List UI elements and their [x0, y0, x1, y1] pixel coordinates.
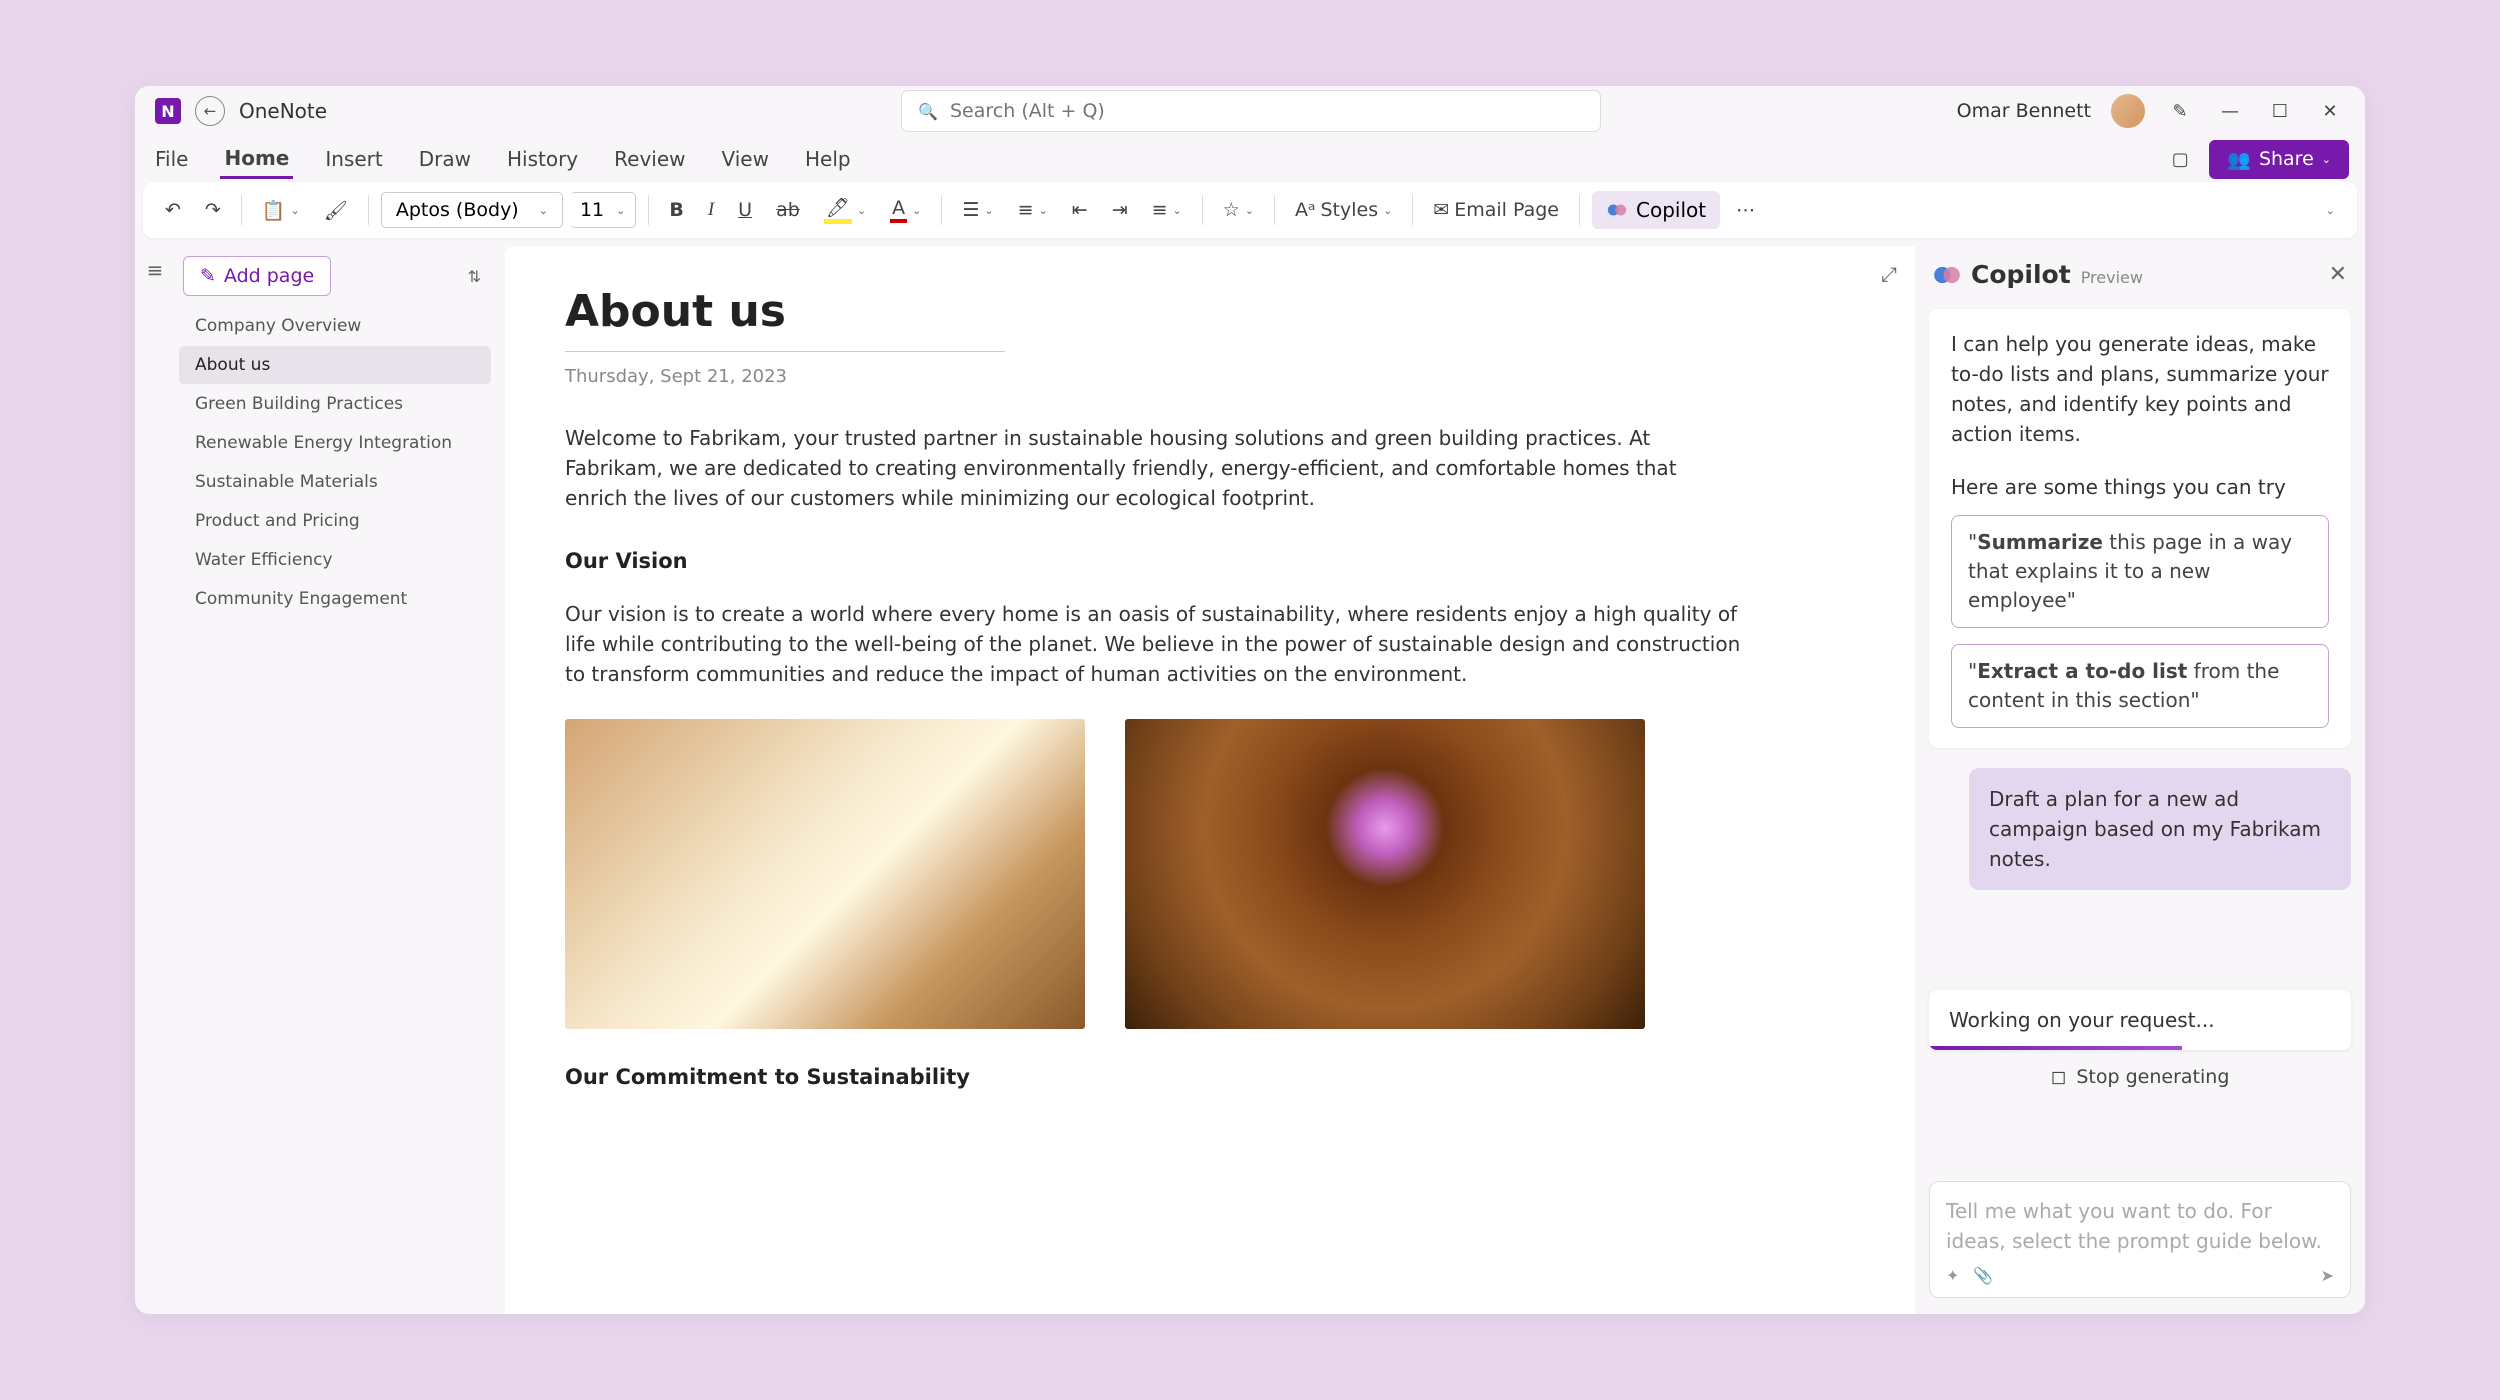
- share-button[interactable]: 👥 Share ⌄: [2209, 140, 2349, 179]
- ribbon-collapse-button[interactable]: ⌄: [2318, 198, 2343, 223]
- align-button[interactable]: ≡⌄: [1144, 193, 1190, 227]
- attach-icon[interactable]: 📎: [1973, 1266, 1993, 1285]
- titlebar: N ← OneNote 🔍 Omar Bennett ✎ — ☐ ✕: [135, 86, 2365, 136]
- ribbon-toolbar: ↶ ↷ 📋⌄ 🖌 Aptos (Body)⌄ 11⌄ B I U ab 🖊⌄ A…: [143, 182, 2357, 238]
- pen-icon[interactable]: ✎: [2165, 96, 2195, 126]
- tag-button[interactable]: ☆⌄: [1215, 193, 1262, 227]
- mail-icon: ✉: [1433, 199, 1449, 221]
- menu-tab-review[interactable]: Review: [610, 141, 689, 177]
- menu-tab-view[interactable]: View: [718, 141, 773, 177]
- page-date: Thursday, Sept 21, 2023: [565, 366, 1855, 387]
- styles-button[interactable]: Aᵃ Styles⌄: [1287, 193, 1400, 227]
- share-label: Share: [2259, 148, 2314, 170]
- italic-button[interactable]: I: [700, 193, 722, 227]
- send-icon[interactable]: ➤: [2321, 1266, 2334, 1285]
- menu-tab-draw[interactable]: Draw: [415, 141, 475, 177]
- copilot-user-message: Draft a plan for a new ad campaign based…: [1969, 768, 2351, 890]
- undo-button[interactable]: ↶: [157, 193, 189, 227]
- reading-view-icon[interactable]: ▢: [2165, 144, 2195, 174]
- format-painter-button[interactable]: 🖌: [316, 193, 356, 228]
- user-name-label: Omar Bennett: [1957, 100, 2091, 122]
- underline-button[interactable]: U: [730, 193, 760, 227]
- paragraph[interactable]: Welcome to Fabrikam, your trusted partne…: [565, 423, 1745, 513]
- copilot-intro-text: I can help you generate ideas, make to-d…: [1951, 329, 2329, 449]
- copilot-logo-icon: [1933, 261, 1961, 289]
- close-button[interactable]: ✕: [2315, 96, 2345, 126]
- email-page-button[interactable]: ✉ Email Page: [1425, 193, 1567, 227]
- stop-icon: ◻: [2051, 1066, 2067, 1088]
- expand-page-button[interactable]: ⤢: [1881, 262, 1897, 286]
- styles-icon: Aᵃ: [1295, 199, 1315, 221]
- page-item[interactable]: Water Efficiency: [179, 541, 491, 579]
- document-panel: 🔍 ⤢ About us Thursday, Sept 21, 2023 Wel…: [505, 246, 1915, 1314]
- maximize-button[interactable]: ☐: [2265, 96, 2295, 126]
- redo-button[interactable]: ↷: [197, 193, 229, 227]
- copilot-panel: Copilot Preview ✕ I can help you generat…: [1915, 246, 2365, 1314]
- share-icon: 👥: [2227, 148, 2251, 171]
- stop-generating-button[interactable]: ◻ Stop generating: [1929, 1066, 2351, 1088]
- page-item[interactable]: Sustainable Materials: [179, 463, 491, 501]
- font-color-button[interactable]: A⌄: [882, 191, 929, 229]
- numbered-list-button[interactable]: ≡⌄: [1010, 193, 1056, 227]
- sparkle-icon[interactable]: ✦: [1946, 1266, 1959, 1285]
- minimize-button[interactable]: —: [2215, 96, 2245, 126]
- bullet-list-button[interactable]: ☰⌄: [954, 193, 1001, 227]
- page-item[interactable]: Renewable Energy Integration: [179, 424, 491, 462]
- bold-button[interactable]: B: [661, 193, 691, 227]
- copilot-suggestion-summarize[interactable]: "Summarize this page in a way that expla…: [1951, 515, 2329, 628]
- global-search-input[interactable]: [950, 100, 1584, 122]
- nav-toggle-button[interactable]: ≡: [135, 246, 175, 1314]
- copilot-suggestion-extract[interactable]: "Extract a to-do list from the content i…: [1951, 644, 2329, 728]
- sort-pages-button[interactable]: ⇅: [462, 261, 487, 292]
- heading[interactable]: Our Commitment to Sustainability: [565, 1065, 1855, 1089]
- menu-tab-help[interactable]: Help: [801, 141, 855, 177]
- menu-tab-insert[interactable]: Insert: [321, 141, 386, 177]
- menu-bar: FileHomeInsertDrawHistoryReviewViewHelp …: [135, 136, 2365, 182]
- copilot-preview-badge: Preview: [2081, 268, 2143, 287]
- content-image-1[interactable]: [565, 719, 1085, 1029]
- copilot-suggest-heading: Here are some things you can try: [1951, 475, 2329, 499]
- page-list-panel: ✎ Add page ⇅ Company OverviewAbout usGre…: [175, 246, 495, 1314]
- menu-tab-history[interactable]: History: [503, 141, 582, 177]
- page-item[interactable]: Company Overview: [179, 307, 491, 345]
- add-page-button[interactable]: ✎ Add page: [183, 256, 331, 296]
- paste-button[interactable]: 📋⌄: [254, 193, 308, 228]
- page-item[interactable]: Green Building Practices: [179, 385, 491, 423]
- copilot-close-button[interactable]: ✕: [2329, 262, 2347, 287]
- progress-bar: [1929, 1046, 2182, 1050]
- indent-button[interactable]: ⇥: [1104, 193, 1136, 227]
- search-icon: 🔍: [918, 102, 938, 121]
- back-button[interactable]: ←: [195, 96, 225, 126]
- font-family-select[interactable]: Aptos (Body)⌄: [381, 192, 563, 228]
- copilot-working-status: Working on your request...: [1929, 990, 2351, 1050]
- outdent-button[interactable]: ⇤: [1064, 193, 1096, 227]
- copilot-icon: [1606, 199, 1628, 221]
- app-name: OneNote: [239, 99, 327, 123]
- copilot-input-box[interactable]: Tell me what you want to do. For ideas, …: [1929, 1181, 2351, 1298]
- copilot-ribbon-button[interactable]: Copilot: [1592, 191, 1720, 229]
- user-avatar[interactable]: [2111, 94, 2145, 128]
- app-window: N ← OneNote 🔍 Omar Bennett ✎ — ☐ ✕ File H…: [135, 86, 2365, 1314]
- page-item[interactable]: About us: [179, 346, 491, 384]
- chevron-down-icon: ⌄: [2322, 153, 2331, 166]
- page-item[interactable]: Product and Pricing: [179, 502, 491, 540]
- menu-tab-file[interactable]: File: [151, 141, 192, 177]
- content-image-2[interactable]: [1125, 719, 1645, 1029]
- global-search-box[interactable]: 🔍: [901, 90, 1601, 132]
- copilot-title: Copilot: [1971, 260, 2071, 289]
- strikethrough-button[interactable]: ab: [768, 193, 808, 227]
- paragraph[interactable]: Our vision is to create a world where ev…: [565, 599, 1745, 689]
- more-options-button[interactable]: ⋯: [1728, 193, 1763, 227]
- font-size-select[interactable]: 11⌄: [570, 192, 636, 228]
- page-item[interactable]: Community Engagement: [179, 580, 491, 618]
- onenote-app-icon: N: [155, 98, 181, 124]
- copilot-input-placeholder: Tell me what you want to do. For ideas, …: [1946, 1196, 2334, 1256]
- heading[interactable]: Our Vision: [565, 549, 1855, 573]
- menu-tab-home[interactable]: Home: [220, 140, 293, 179]
- copilot-intro-card: I can help you generate ideas, make to-d…: [1929, 309, 2351, 748]
- highlight-button[interactable]: 🖊⌄: [816, 190, 874, 230]
- add-page-icon: ✎: [200, 265, 216, 287]
- page-title[interactable]: About us: [565, 286, 1855, 337]
